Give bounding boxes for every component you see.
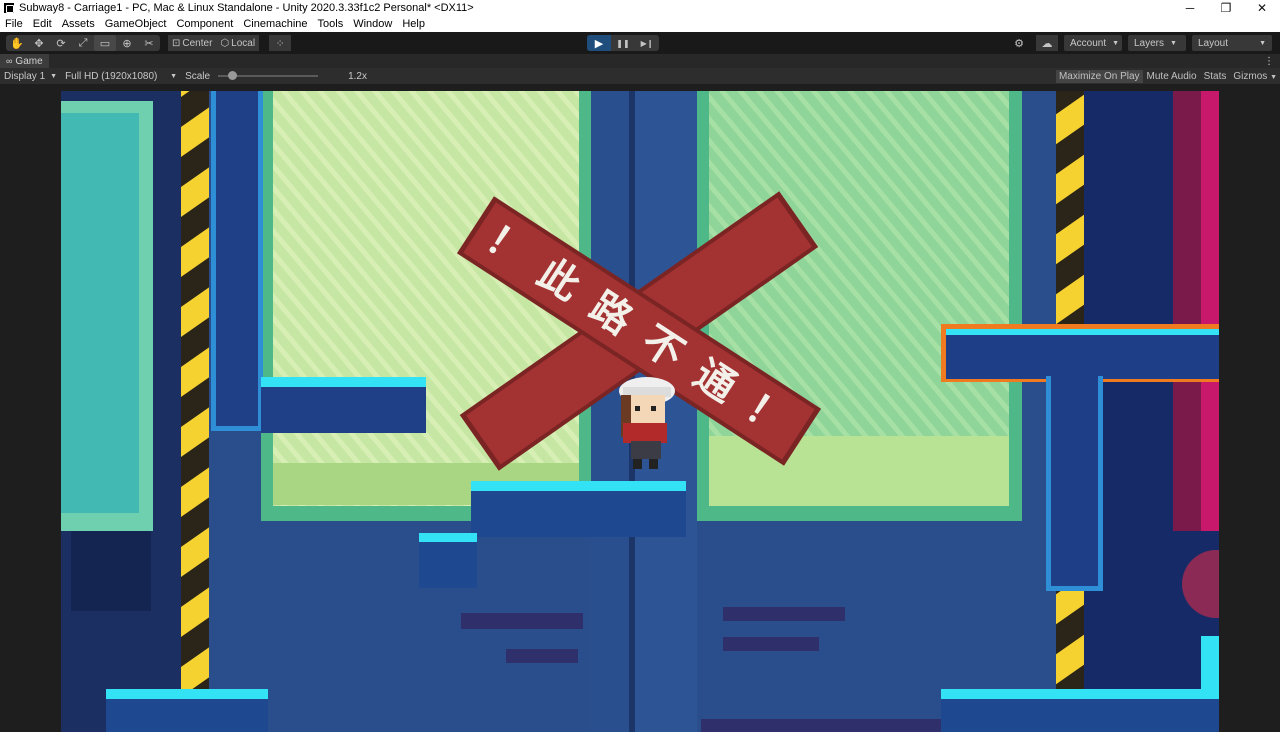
rect-tool-icon[interactable]: ▭ [94, 35, 116, 51]
menu-cinemachine[interactable]: Cinemachine [238, 18, 312, 30]
close-button[interactable]: ✕ [1244, 0, 1280, 16]
scale-tool-icon[interactable]: ⤢ [72, 35, 94, 51]
small-block [419, 542, 477, 588]
chevron-down-icon: ▼ [1259, 39, 1266, 47]
pivot-center-label: Center [182, 37, 213, 49]
move-tool-icon[interactable]: ✥ [28, 35, 50, 51]
right-platform-top [946, 329, 1219, 335]
custom-tool-icon[interactable]: ✂ [138, 35, 160, 51]
stats-toggle[interactable]: Stats [1201, 70, 1230, 83]
transform-tools: ✋ ✥ ⟳ ⤢ ▭ ⊕ ✂ [6, 35, 160, 51]
menu-bar: File Edit Assets GameObject Component Ci… [0, 16, 1280, 32]
hazard-pillar-left [181, 91, 209, 691]
window-title: Subway8 - Carriage1 - PC, Mac & Linux St… [19, 2, 474, 14]
gizmos-label: Gizmos [1233, 70, 1268, 82]
scale-label: Scale [185, 70, 211, 82]
chevron-down-icon: ▼ [1170, 39, 1177, 47]
maximize-on-play-toggle[interactable]: Maximize On Play [1055, 69, 1143, 83]
layout-dropdown[interactable]: Layout ▼ [1192, 35, 1272, 51]
account-dropdown[interactable]: Account ▼ [1064, 35, 1122, 51]
tab-game-label: Game [15, 55, 43, 67]
pause-button[interactable]: ❚❚ [611, 35, 635, 51]
account-label: Account [1070, 37, 1107, 49]
display-dropdown[interactable]: Display 1 ▼ [0, 71, 61, 82]
mute-audio-toggle[interactable]: Mute Audio [1144, 70, 1200, 83]
pivot-center-icon: ⊡ [172, 37, 181, 49]
floor-right [941, 699, 1219, 732]
floor-right-top [941, 689, 1219, 699]
window-right-sill [709, 436, 1009, 506]
rotate-tool-icon[interactable]: ⟳ [50, 35, 72, 51]
scale-slider[interactable] [218, 71, 319, 80]
right-magenta-edge [1201, 91, 1219, 531]
maximize-button[interactable]: ❐ [1208, 0, 1244, 16]
small-block-top [419, 533, 477, 542]
menu-assets[interactable]: Assets [57, 18, 100, 30]
chevron-down-icon: ▼ [1270, 73, 1277, 81]
pivot-controls: ⊡ Center ⬡ Local [168, 35, 260, 51]
pivot-local-button[interactable]: ⬡ Local [216, 35, 260, 51]
menu-window[interactable]: Window [348, 18, 397, 30]
play-button[interactable]: ▶ [587, 35, 611, 51]
scale-value: 1.2x [348, 70, 367, 82]
game-view-bar: Display 1 ▼ Full HD (1920x1080) ▼ Scale 1.… [0, 68, 1280, 84]
floor-shadow-4 [723, 637, 819, 651]
game-scene: ！ 此 路 不 通 ！ [61, 91, 1219, 732]
menu-help[interactable]: Help [397, 18, 430, 30]
resolution-dropdown[interactable]: Full HD (1920x1080) ▼ [61, 71, 181, 82]
menu-edit[interactable]: Edit [28, 18, 57, 30]
collab-icon[interactable]: ⚙ [1008, 35, 1030, 51]
menu-file[interactable]: File [0, 18, 28, 30]
scale-slider-handle[interactable] [228, 71, 238, 80]
toolbar-right: ⚙ ☁ Account ▼ Layers ▼ Layout ▼ [1008, 35, 1272, 51]
floor-right-step [1201, 636, 1219, 696]
right-hanging-column [1051, 376, 1098, 586]
floor-shadow-2 [506, 649, 578, 663]
gizmos-dropdown[interactable]: Gizmos ▼ [1230, 70, 1280, 83]
layout-label: Layout [1198, 37, 1229, 49]
floor-shadow-1 [461, 613, 583, 629]
main-toolbar: ✋ ✥ ⟳ ⤢ ▭ ⊕ ✂ ⊡ Center ⬡ Local ⁘ ▶ ❚❚ ▶❙ ⚙… [0, 32, 1280, 54]
tab-options-icon[interactable]: ⋮ [1264, 56, 1274, 67]
transform-tool-icon[interactable]: ⊕ [116, 35, 138, 51]
center-platform-top [471, 481, 686, 491]
game-view-options: Maximize On Play Mute Audio Stats Gizmos… [1055, 69, 1280, 83]
menu-tools[interactable]: Tools [313, 18, 349, 30]
step-button[interactable]: ▶❙ [635, 35, 659, 51]
left-column [216, 91, 258, 426]
left-ledge [261, 387, 426, 433]
play-controls: ▶ ❚❚ ▶❙ [587, 35, 659, 51]
chevron-down-icon: ▼ [50, 72, 58, 80]
hand-tool-icon[interactable]: ✋ [6, 35, 28, 51]
cloud-icon[interactable]: ☁ [1036, 35, 1058, 51]
menu-component[interactable]: Component [171, 18, 238, 30]
tab-game[interactable]: ∞ Game [0, 54, 49, 68]
chevron-down-icon: ▼ [170, 72, 178, 80]
pivot-local-icon: ⬡ [220, 37, 230, 49]
chevron-down-icon: ▼ [1112, 39, 1120, 47]
left-window-shadow [71, 531, 151, 611]
right-platform [946, 329, 1219, 379]
floor-center-shadow [701, 719, 941, 732]
game-controller-icon: ∞ [6, 56, 13, 66]
floor-left [106, 699, 268, 732]
layers-dropdown[interactable]: Layers ▼ [1128, 35, 1186, 51]
resolution-label: Full HD (1920x1080) [65, 70, 158, 82]
floor-shadow-3 [723, 607, 845, 621]
minimize-button[interactable]: ─ [1172, 0, 1208, 16]
display-label: Display 1 [4, 70, 46, 82]
grid-snap-icon[interactable]: ⁘ [269, 35, 292, 51]
left-ledge-top [261, 377, 426, 387]
game-viewport[interactable]: ！ 此 路 不 通 ！ [61, 91, 1219, 732]
floor-left-top [106, 689, 268, 699]
layers-label: Layers [1134, 37, 1165, 49]
pivot-center-button[interactable]: ⊡ Center [168, 35, 217, 51]
unity-app-icon [4, 3, 14, 13]
game-tab-bar: ∞ Game ⋮ [0, 54, 1280, 68]
center-platform [471, 491, 686, 537]
left-window-glass [61, 113, 139, 513]
pivot-local-label: Local [231, 37, 256, 49]
menu-gameobject[interactable]: GameObject [100, 18, 172, 30]
window-title-bar: Subway8 - Carriage1 - PC, Mac & Linux St… [0, 0, 1280, 16]
